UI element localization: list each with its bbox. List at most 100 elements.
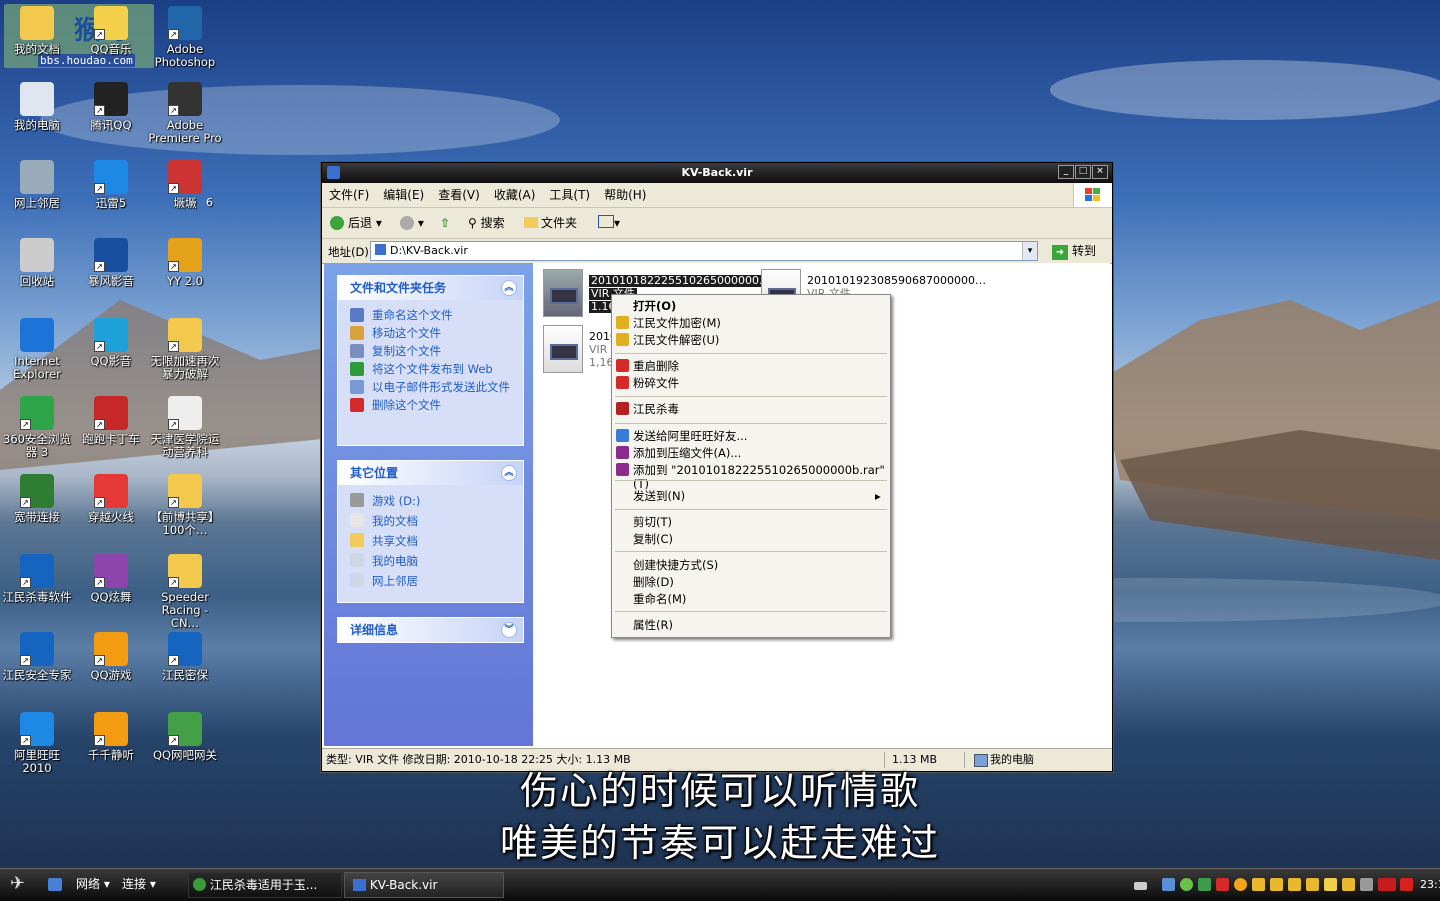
start-button[interactable]: ✈ [0,869,40,900]
other-place-link[interactable]: 游戏 (D:) [338,491,523,511]
other-places-header[interactable]: 其它位置 ︽ [338,461,523,485]
network-tray-icon[interactable] [1162,878,1175,891]
desktop-icon[interactable]: ↗ 腾讯QQ [72,82,150,132]
p-tray-icon[interactable] [1400,878,1413,891]
desktop-icon[interactable]: ↗ 无限加速再次暴力破解 [146,318,224,381]
desktop-icon[interactable]: ↗ 跑跑卡丁车 [72,396,150,446]
close-button[interactable]: × [1092,165,1108,179]
desktop-icon[interactable]: ↗ QQ网吧网关 [146,712,224,762]
qq-tray-icon-3[interactable] [1270,878,1283,891]
details-header[interactable]: 详细信息 ︾ [338,618,523,642]
desktop-icon[interactable]: ↗ QQ音乐 [72,6,150,56]
file-task-link[interactable]: 删除这个文件 [338,396,523,414]
connect-menu[interactable]: 连接 ▾ [122,872,156,896]
arrow-tray-icon[interactable] [1198,878,1211,891]
desktop-icon[interactable]: ↗ 迅雷5 [72,160,150,210]
desktop-icon[interactable]: ↗ QQ炫舞 [72,554,150,604]
search-button[interactable]: ⚲ 搜索 [468,214,505,232]
qq-tray-icon-6[interactable] [1342,878,1355,891]
collapse-chevron-icon[interactable]: ︽ [501,280,517,296]
desktop-icon[interactable]: ↗ 江民安全专家 [0,632,76,682]
context-item-send-aliwangwang[interactable]: 发送给阿里旺旺好友... [616,429,747,443]
warning-tray-icon[interactable] [1324,878,1337,891]
desktop-icon[interactable]: Internet Explorer [0,318,76,381]
context-item-cut[interactable]: 剪切(T) [633,515,672,529]
network-menu[interactable]: 网络 ▾ [76,872,110,896]
other-place-link[interactable]: 我的电脑 [338,551,523,571]
desktop-icon[interactable]: ↗ YY 2.0 [146,238,224,288]
desktop-icon[interactable]: 网上邻居 [0,160,76,210]
green-tray-icon[interactable] [1180,878,1193,891]
title-bar[interactable]: KV-Back.vir _ □ × [322,163,1112,183]
go-button[interactable]: ➜ 转到 [1052,242,1096,260]
other-place-link[interactable]: 网上邻居 [338,571,523,591]
desktop-icon[interactable]: ↗ 江民密保 [146,632,224,682]
menu-help[interactable]: 帮助(H) [597,183,653,207]
minimize-button[interactable]: _ [1058,165,1074,179]
context-item-shred[interactable]: 粉碎文件 [616,376,679,390]
context-item-encrypt[interactable]: 江民文件加密(M) [616,316,721,330]
back-button[interactable]: 后退 ▾ [330,214,382,232]
context-item-properties[interactable]: 属性(R) [633,618,673,632]
desktop-icon[interactable]: ↗ 天津医学院运动营养科 [146,396,224,459]
context-item-add-archive[interactable]: 添加到压缩文件(A)... [616,446,741,460]
up-folder-icon[interactable]: ⇧ [440,214,450,232]
desktop-icon[interactable]: ↗ 暴风影音 [72,238,150,288]
collapse-chevron-icon[interactable]: ︽ [501,465,517,481]
menu-edit[interactable]: 编辑(E) [376,183,431,207]
other-place-link[interactable]: 共享文档 [338,531,523,551]
k-tray-icon[interactable] [1216,878,1229,891]
desktop-icon[interactable]: ↗ 江民杀毒软件 [0,554,76,604]
desktop-icon[interactable]: ↗ 穿越火线 [72,474,150,524]
context-item-send-to[interactable]: 发送到(N) ▸ [633,489,881,503]
context-item-antivirus[interactable]: 江民杀毒 [616,402,679,416]
qq-tray-icon-4[interactable] [1288,878,1301,891]
qq-tray-icon-5[interactable] [1306,878,1319,891]
qq-tray-icon-2[interactable] [1252,878,1265,891]
folders-button[interactable]: 文件夹 [524,214,577,232]
context-item-open[interactable]: 打开(O) [633,299,676,313]
file-task-link[interactable]: 重命名这个文件 [338,306,523,324]
desktop-icon[interactable]: ↗ 360安全浏览器 3 [0,396,76,459]
file-task-link[interactable]: 移动这个文件 [338,324,523,342]
desktop-icon[interactable]: ↗ QQ游戏 [72,632,150,682]
address-input[interactable]: D:\KV-Back.vir ▾ [370,241,1038,261]
taskbar-button-jiangmin[interactable]: 江民杀毒适用于玉... [188,872,342,898]
taskbar-button-kv-back[interactable]: KV-Back.vir [344,872,504,898]
context-item-delete[interactable]: 删除(D) [633,575,674,589]
explorer-quicklaunch-icon[interactable] [48,878,62,891]
other-place-link[interactable]: 我的文档 [338,511,523,531]
file-item[interactable]: 2010 VIR 1,16 [541,325,621,373]
desktop-icon[interactable]: ↗ 宽带连接 [0,474,76,524]
desktop-icon[interactable]: ↗ 千千静听 [72,712,150,762]
ati-tray-icon[interactable] [1378,878,1396,891]
address-dropdown[interactable]: ▾ [1022,242,1037,260]
file-task-link[interactable]: 复制这个文件 [338,342,523,360]
desktop-icon[interactable]: ↗ 【前博共享】100个… [146,474,224,537]
context-item-reboot-delete[interactable]: 重启删除 [616,359,679,373]
file-task-link[interactable]: 以电子邮件形式发送此文件 [338,378,523,396]
desktop-icon[interactable]: ↗ Adobe Photoshop [146,6,224,69]
qq-tray-icon[interactable] [1234,878,1247,891]
menu-file[interactable]: 文件(F) [322,183,376,207]
file-task-link[interactable]: 将这个文件发布到 Web [338,360,523,378]
desktop-icon[interactable]: ↗ Adobe Premiere Pro [146,82,224,145]
desktop-icon[interactable]: 我的文档 [0,6,76,56]
context-item-decrypt[interactable]: 江民文件解密(U) [616,333,719,347]
keyboard-icon[interactable] [1134,882,1147,890]
context-item-add-rar[interactable]: 添加到 "201010182225510265000000b.rar"(T) [616,463,890,491]
context-item-rename[interactable]: 重命名(M) [633,592,686,606]
menu-tools[interactable]: 工具(T) [542,183,597,207]
menu-view[interactable]: 查看(V) [431,183,487,207]
desktop-icon[interactable]: ↗ Speeder Racing - CN… [146,554,224,630]
volume-icon[interactable] [1360,878,1373,891]
menu-favorites[interactable]: 收藏(A) [487,183,543,207]
desktop-icon[interactable]: ↗ QQ影音 [72,318,150,368]
desktop-icon[interactable]: 回收站 [0,238,76,288]
maximize-button[interactable]: □ [1075,165,1091,179]
forward-button[interactable]: ▾ [400,214,424,232]
file-tasks-header[interactable]: 文件和文件夹任务 ︽ [338,276,523,300]
context-item-create-shortcut[interactable]: 创建快捷方式(S) [633,558,718,572]
context-item-copy[interactable]: 复制(C) [633,532,673,546]
expand-chevron-icon[interactable]: ︾ [501,622,517,638]
